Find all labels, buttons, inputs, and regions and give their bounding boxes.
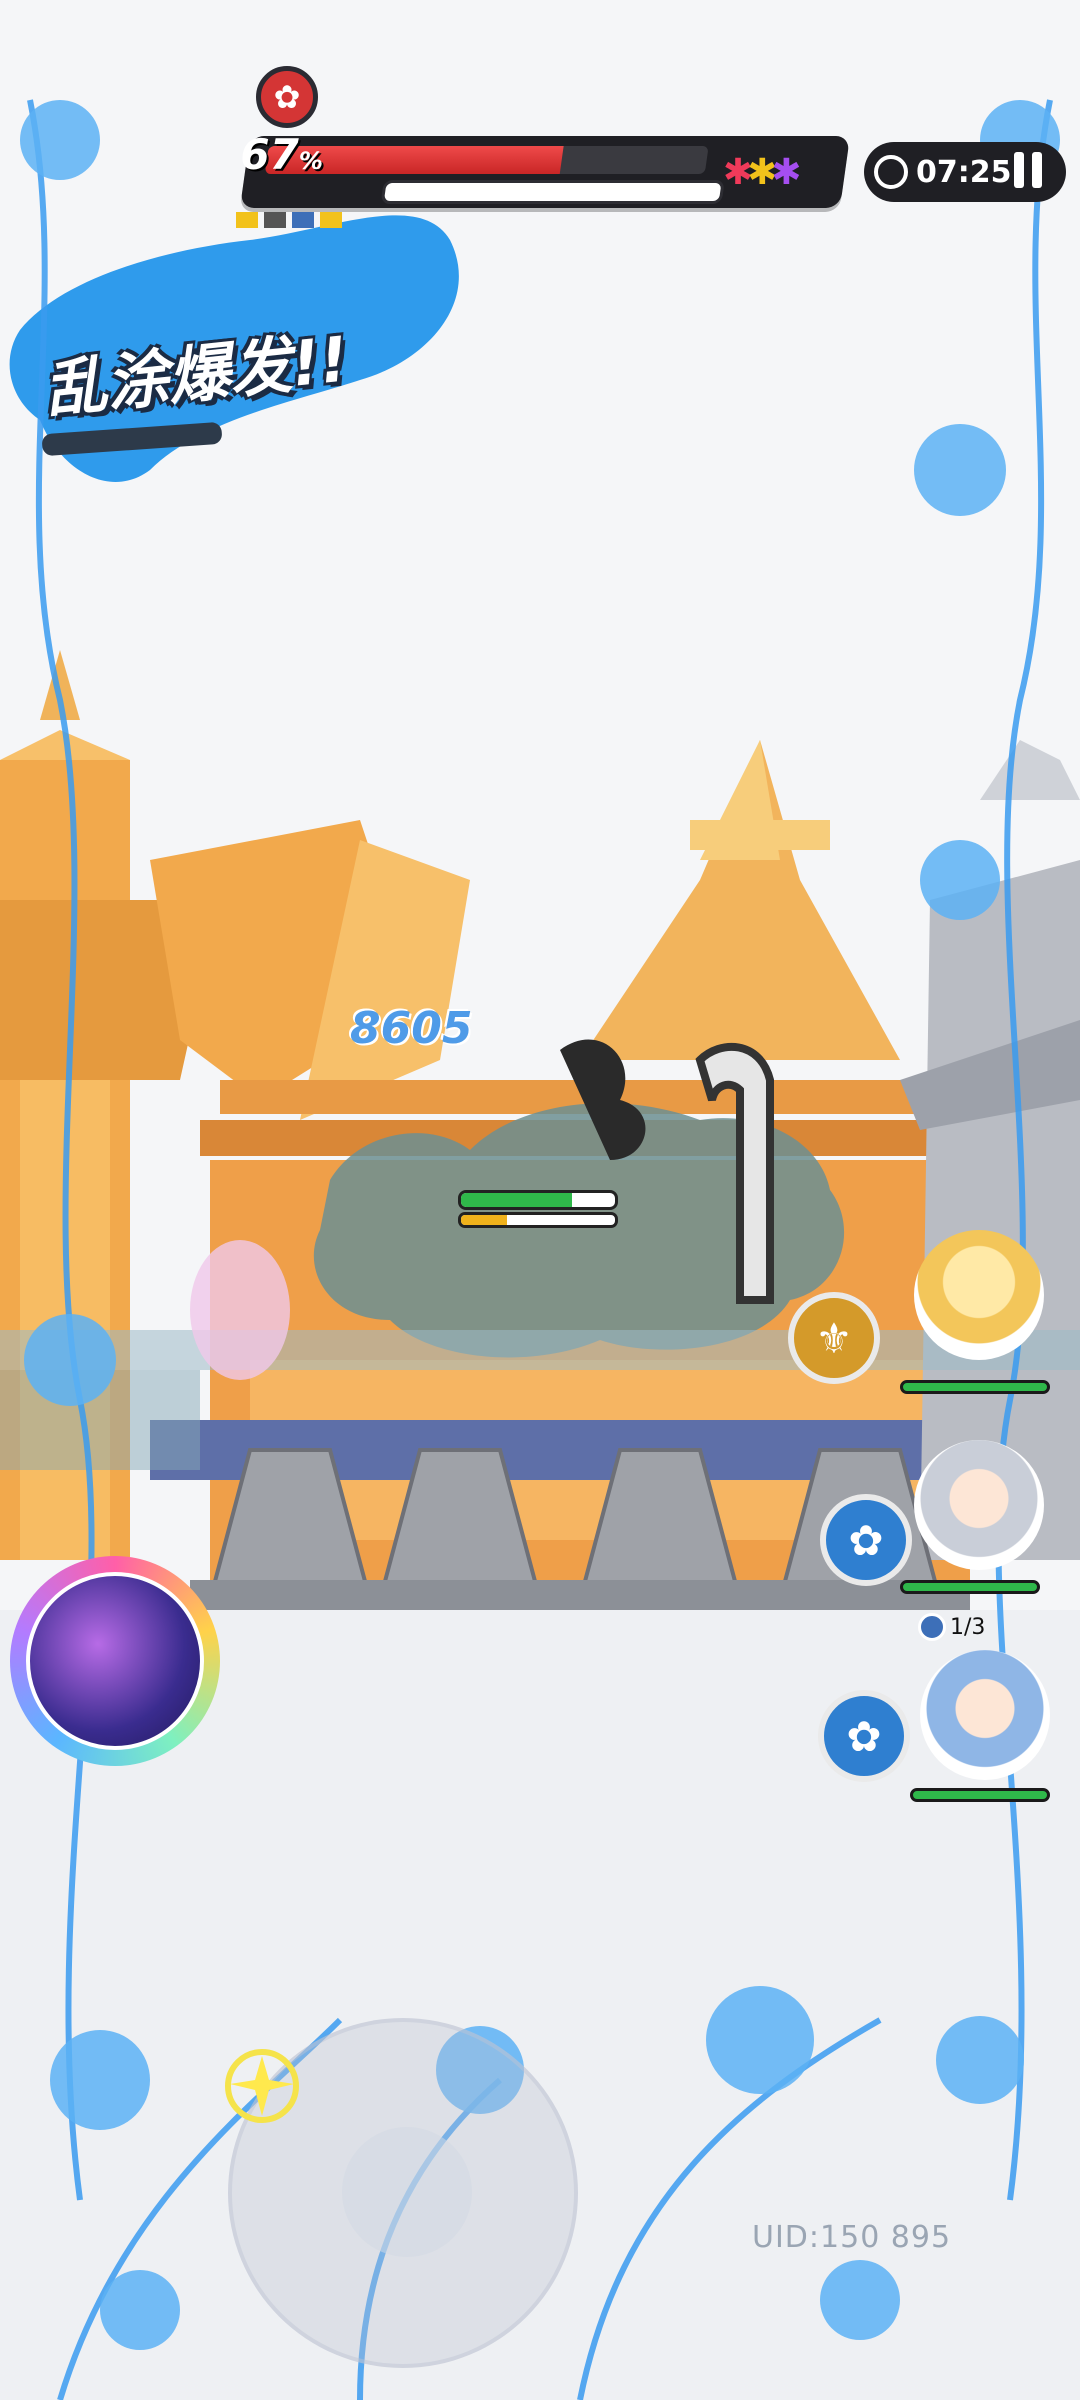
skill-orb-blue-1[interactable]: ✿ — [820, 1494, 912, 1586]
charge-icon — [918, 1613, 946, 1641]
enemy-hp-bar — [458, 1190, 618, 1230]
boss-stack-indicators — [236, 212, 348, 240]
purple-paint-icon: ✱ — [771, 152, 796, 193]
boss-hp-bar: 67% ✱✱✱ — [239, 130, 851, 208]
ultimate-skill-icon — [26, 1572, 204, 1750]
clock-icon — [874, 155, 908, 189]
pause-button[interactable] — [1008, 152, 1048, 192]
paint-color-icons: ✱✱✱ — [723, 152, 796, 193]
pink-enemy — [190, 1240, 290, 1380]
skill-orb-gold[interactable]: ⚜ — [788, 1292, 880, 1384]
blue-hair-character-portrait — [920, 1650, 1050, 1780]
timer-text: 07:25 — [916, 154, 1012, 190]
damage-number: 8605 — [350, 1003, 473, 1054]
boss-shield-track — [380, 180, 725, 204]
skill-orb-blue-2[interactable]: ✿ — [818, 1690, 910, 1782]
blonde-character-portrait — [914, 1230, 1044, 1360]
party-member-3[interactable] — [910, 1650, 1070, 1820]
joystick-knob[interactable] — [342, 2127, 472, 2257]
skill-charge-counter: 1/3 — [918, 1610, 1000, 1644]
boss-emblem-icon: ✿ — [256, 66, 318, 128]
pause-icon — [1014, 152, 1024, 188]
dodge-sparkle-icon — [225, 2049, 299, 2123]
red-paint-icon: ✱ — [722, 152, 748, 193]
ultimate-skill-button[interactable] — [10, 1556, 220, 1766]
party-member-1[interactable] — [900, 1230, 1060, 1420]
party-member-2-hp — [900, 1580, 1040, 1594]
party-member-3-hp — [910, 1788, 1050, 1802]
uid-label: UID:150 895 — [752, 2220, 952, 2255]
party-member-2[interactable] — [900, 1440, 1060, 1610]
party-member-1-hp — [900, 1380, 1050, 1394]
yellow-paint-icon: ✱ — [747, 152, 772, 193]
silver-hair-character-portrait — [914, 1440, 1044, 1570]
boss-hp-percent: 67% — [240, 130, 323, 179]
